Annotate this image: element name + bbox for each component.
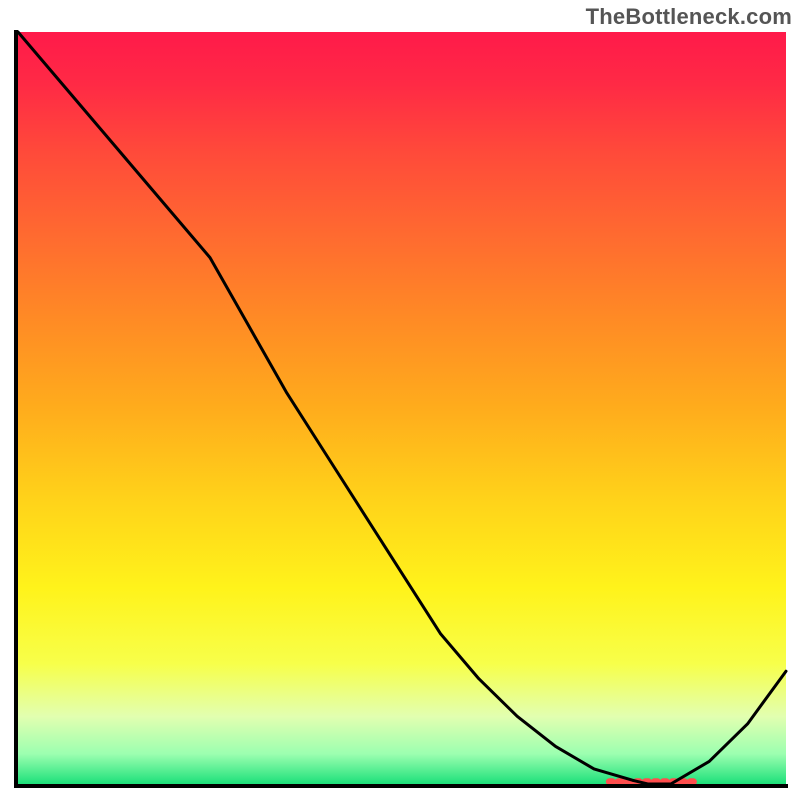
chart-svg xyxy=(12,30,788,790)
source-attribution: TheBottleneck.com xyxy=(586,4,792,30)
bottleneck-curve-chart xyxy=(12,30,788,790)
plot-background xyxy=(18,32,786,784)
chart-wrapper: TheBottleneck.com xyxy=(0,0,800,800)
